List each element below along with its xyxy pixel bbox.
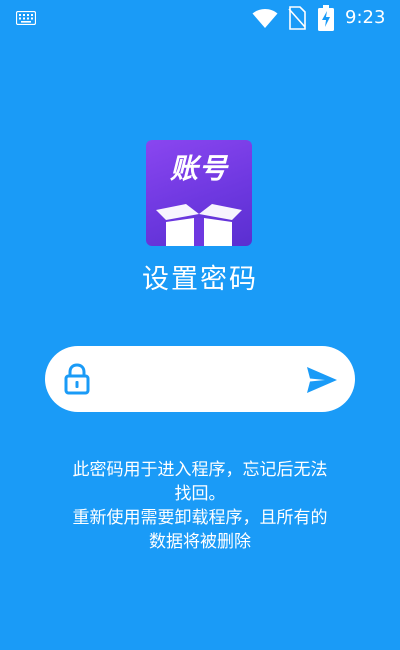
notice-line: 此密码用于进入程序，忘记后无法 [72,460,328,480]
app-logo: 账号 [146,140,252,246]
status-time: 9:23 [345,7,386,28]
app-logo-text: 账号 [169,152,228,185]
keyboard-icon [16,11,36,25]
notice-line: 重新使用需要卸载程序，且所有的 [72,508,328,528]
send-icon [307,367,337,393]
notice-line: 找回。 [174,484,226,504]
gift-box-icon [156,204,242,246]
password-field[interactable] [45,346,355,412]
wifi-icon [252,9,278,28]
status-bar: 9:23 [0,0,400,36]
page-title: 设置密码 [142,264,258,295]
no-sim-icon [288,6,306,30]
lock-icon [64,363,90,395]
battery-charging-icon [318,5,334,31]
notice-line: 数据将被删除 [149,532,251,552]
submit-button[interactable] [299,359,343,399]
password-input[interactable] [105,359,295,399]
password-notice: 此密码用于进入程序，忘记后无法 找回。 重新使用需要卸载程序，且所有的 数据将被… [0,458,400,554]
